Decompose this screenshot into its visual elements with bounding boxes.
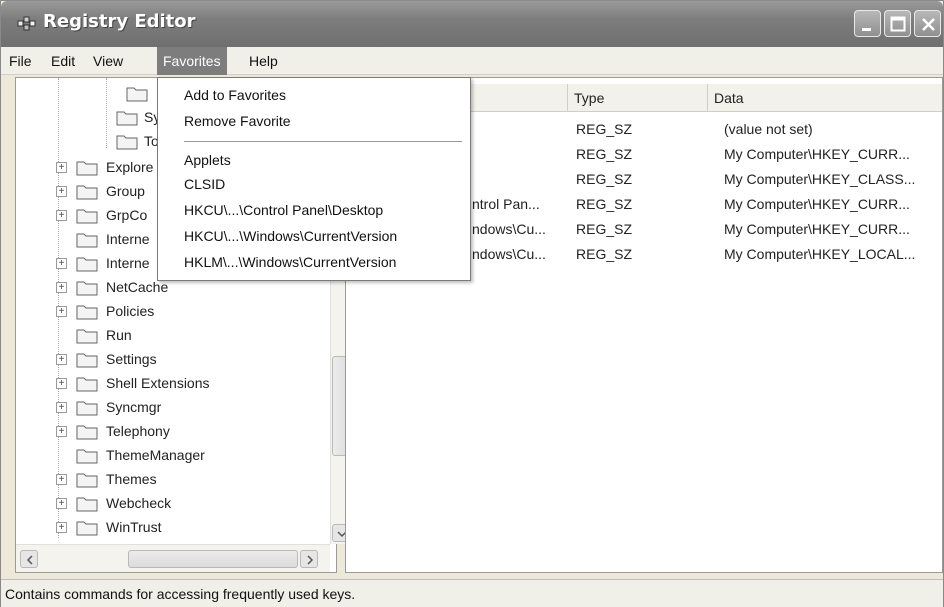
folder-icon [76, 185, 98, 200]
folder-icon [76, 209, 98, 224]
value-type: REG_SZ [576, 221, 633, 237]
value-data: (value not set) [724, 121, 813, 137]
tree-guide-line [106, 78, 107, 148]
folder-icon [76, 377, 98, 392]
menu-edit[interactable]: Edit [45, 47, 81, 75]
close-icon [922, 18, 935, 31]
registry-editor-window: Registry Editor File Edit View Favorites… [0, 0, 944, 607]
menu-item-favorite[interactable]: CLSID [184, 172, 225, 196]
value-data: My Computer\HKEY_CURR... [724, 221, 910, 237]
folder-icon [76, 233, 98, 248]
menu-view[interactable]: View [87, 47, 129, 75]
folder-icon [76, 449, 98, 464]
scrollbar-thumb[interactable] [128, 550, 298, 568]
tree-item[interactable]: + Settings [56, 348, 326, 370]
menu-item-favorite[interactable]: HKCU\...\Control Panel\Desktop [184, 198, 383, 222]
folder-icon [116, 135, 138, 150]
maximize-button[interactable] [884, 10, 911, 37]
folder-icon [76, 161, 98, 176]
title-bar[interactable]: Registry Editor [1, 1, 943, 47]
tree-item[interactable]: + Webcheck [56, 492, 326, 514]
status-bar: Contains commands for accessing frequent… [1, 579, 943, 607]
tree-horizontal-scrollbar[interactable] [16, 544, 330, 572]
value-name[interactable]: ntrol Pan... [472, 191, 540, 217]
menu-favorites[interactable]: Favorites [157, 47, 227, 75]
scroll-right-button[interactable] [300, 550, 318, 568]
plus-expander-icon[interactable]: + [56, 498, 67, 509]
menu-file[interactable]: File [3, 47, 38, 75]
menu-bar: File Edit View Favorites Help [1, 47, 943, 75]
plus-expander-icon[interactable]: + [56, 426, 67, 437]
value-data: My Computer\HKEY_CLASS... [724, 171, 916, 187]
plus-expander-icon[interactable]: + [56, 282, 67, 293]
plus-expander-icon[interactable]: + [56, 162, 67, 173]
favorites-menu: Add to Favorites Remove Favorite Applets… [157, 77, 471, 281]
menu-separator [184, 141, 462, 142]
folder-icon [76, 281, 98, 296]
value-name[interactable]: ndows\Cu... [472, 241, 546, 267]
chevron-left-icon [26, 555, 33, 565]
plus-expander-icon[interactable]: + [56, 402, 67, 413]
value-type: REG_SZ [576, 121, 633, 137]
maximize-icon [890, 16, 906, 32]
folder-icon [126, 87, 148, 102]
plus-expander-icon[interactable]: + [56, 354, 67, 365]
tree-item[interactable]: + Themes [56, 468, 326, 490]
folder-icon [76, 329, 98, 344]
column-header-data[interactable]: Data [708, 84, 942, 112]
chevron-right-icon [307, 555, 314, 565]
value-type: REG_SZ [576, 196, 633, 212]
status-text: Contains commands for accessing frequent… [5, 586, 356, 602]
value-type: REG_SZ [576, 171, 633, 187]
plus-expander-icon[interactable]: + [56, 522, 67, 533]
tree-item[interactable]: + Policies [56, 300, 326, 322]
scroll-left-button[interactable] [20, 550, 38, 568]
plus-expander-icon[interactable]: + [56, 210, 67, 221]
folder-icon [76, 497, 98, 512]
plus-expander-icon[interactable]: + [56, 258, 67, 269]
folder-icon [76, 257, 98, 272]
menu-item-remove-favorite[interactable]: Remove Favorite [184, 109, 291, 133]
folder-icon [76, 473, 98, 488]
menu-item-add-to-favorites[interactable]: Add to Favorites [184, 83, 286, 107]
folder-icon [76, 305, 98, 320]
minimize-button[interactable] [854, 10, 881, 37]
plus-expander-icon[interactable]: + [56, 474, 67, 485]
value-name[interactable]: ndows\Cu... [472, 216, 546, 242]
folder-icon [116, 111, 138, 126]
value-data: My Computer\HKEY_LOCAL... [724, 246, 916, 262]
window-title: Registry Editor [43, 11, 196, 32]
folder-icon [76, 401, 98, 416]
tree-item[interactable]: + WinTrust [56, 516, 326, 538]
folder-icon [76, 353, 98, 368]
menu-help[interactable]: Help [243, 47, 284, 75]
plus-expander-icon[interactable]: + [56, 378, 67, 389]
value-data: My Computer\HKEY_CURR... [724, 146, 910, 162]
column-header-type[interactable]: Type [568, 84, 708, 112]
tree-item[interactable]: ThemeManager [56, 444, 326, 466]
menu-item-favorite[interactable]: HKLM\...\Windows\CurrentVersion [184, 250, 396, 274]
close-button[interactable] [914, 10, 941, 37]
value-data: My Computer\HKEY_CURR... [724, 196, 910, 212]
plus-expander-icon[interactable]: + [56, 306, 67, 317]
folder-icon [76, 521, 98, 536]
registry-editor-icon [17, 16, 36, 31]
plus-expander-icon[interactable]: + [56, 186, 67, 197]
tree-item[interactable]: + Syncmgr [56, 396, 326, 418]
tree-item[interactable]: Run [56, 324, 326, 346]
folder-icon [76, 425, 98, 440]
tree-item[interactable]: + Telephony [56, 420, 326, 442]
tree-item[interactable]: + Shell Extensions [56, 372, 326, 394]
value-type: REG_SZ [576, 146, 633, 162]
value-type: REG_SZ [576, 246, 633, 262]
minimize-icon [862, 28, 871, 31]
menu-item-favorite[interactable]: Applets [184, 148, 231, 172]
menu-item-favorite[interactable]: HKCU\...\Windows\CurrentVersion [184, 224, 397, 248]
